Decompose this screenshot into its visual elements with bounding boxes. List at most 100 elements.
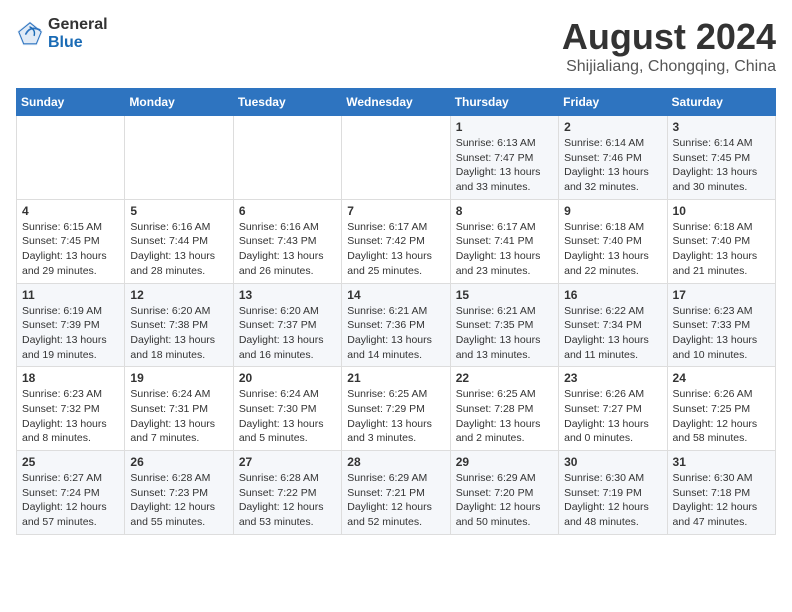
calendar-week-1: 1Sunrise: 6:13 AMSunset: 7:47 PMDaylight… bbox=[17, 116, 776, 200]
calendar-week-3: 11Sunrise: 6:19 AMSunset: 7:39 PMDayligh… bbox=[17, 283, 776, 367]
calendar-cell: 8 Sunrise: 6:17 AMSunset: 7:41 PMDaylight… bbox=[450, 199, 558, 283]
calendar-cell: 13 Sunrise: 6:20 AMSunset: 7:37 PMDayligh… bbox=[233, 283, 341, 367]
day-info: Sunrise: 6:26 AMSunset: 7:27 PMDaylight:… bbox=[564, 387, 661, 446]
day-number: 19 bbox=[130, 371, 227, 385]
day-info: Sunrise: 6:16 AMSunset: 7:44 PMDaylight:… bbox=[130, 220, 227, 279]
day-number: 26 bbox=[130, 455, 227, 469]
day-number: 6 bbox=[239, 204, 336, 218]
day-info: Sunrise: 6:17 AMSunset: 7:41 PMDaylight:… bbox=[456, 220, 553, 279]
calendar-cell: 2Sunrise: 6:14 AMSunset: 7:46 PMDaylight… bbox=[559, 116, 667, 200]
calendar-week-2: 4 Sunrise: 6:15 AMSunset: 7:45 PMDaylight… bbox=[17, 199, 776, 283]
calendar-cell: 16Sunrise: 6:22 AMSunset: 7:34 PMDayligh… bbox=[559, 283, 667, 367]
title-area: August 2024 Shijialiang, Chongqing, Chin… bbox=[562, 16, 776, 76]
day-header-tuesday: Tuesday bbox=[233, 89, 341, 116]
day-number: 12 bbox=[130, 288, 227, 302]
calendar-week-4: 18 Sunrise: 6:23 AMSunset: 7:32 PMDayligh… bbox=[17, 367, 776, 451]
calendar-cell: 7 Sunrise: 6:17 AMSunset: 7:42 PMDaylight… bbox=[342, 199, 450, 283]
calendar-cell: 31 Sunrise: 6:30 AMSunset: 7:18 PMDayligh… bbox=[667, 451, 775, 535]
day-info: Sunrise: 6:25 AMSunset: 7:28 PMDaylight:… bbox=[456, 387, 553, 446]
day-number: 7 bbox=[347, 204, 444, 218]
calendar-cell: 1Sunrise: 6:13 AMSunset: 7:47 PMDaylight… bbox=[450, 116, 558, 200]
day-info: Sunrise: 6:16 AMSunset: 7:43 PMDaylight:… bbox=[239, 220, 336, 279]
calendar-cell: 5Sunrise: 6:16 AMSunset: 7:44 PMDaylight… bbox=[125, 199, 233, 283]
calendar-cell: 6 Sunrise: 6:16 AMSunset: 7:43 PMDaylight… bbox=[233, 199, 341, 283]
day-info: Sunrise: 6:29 AMSunset: 7:21 PMDaylight:… bbox=[347, 471, 444, 530]
day-number: 17 bbox=[673, 288, 770, 302]
day-info: Sunrise: 6:22 AMSunset: 7:34 PMDaylight:… bbox=[564, 304, 661, 363]
day-number: 28 bbox=[347, 455, 444, 469]
day-number: 30 bbox=[564, 455, 661, 469]
calendar-cell: 24 Sunrise: 6:26 AMSunset: 7:25 PMDayligh… bbox=[667, 367, 775, 451]
calendar-cell bbox=[125, 116, 233, 200]
day-info: Sunrise: 6:21 AMSunset: 7:36 PMDaylight:… bbox=[347, 304, 444, 363]
header: General Blue August 2024 Shijialiang, Ch… bbox=[16, 16, 776, 76]
day-info: Sunrise: 6:20 AMSunset: 7:37 PMDaylight:… bbox=[239, 304, 336, 363]
logo-icon bbox=[16, 20, 44, 48]
day-header-saturday: Saturday bbox=[667, 89, 775, 116]
calendar-cell: 12 Sunrise: 6:20 AMSunset: 7:38 PMDayligh… bbox=[125, 283, 233, 367]
day-info: Sunrise: 6:20 AMSunset: 7:38 PMDaylight:… bbox=[130, 304, 227, 363]
day-info: Sunrise: 6:28 AMSunset: 7:22 PMDaylight:… bbox=[239, 471, 336, 530]
day-header-sunday: Sunday bbox=[17, 89, 125, 116]
day-number: 10 bbox=[673, 204, 770, 218]
calendar-cell: 28 Sunrise: 6:29 AMSunset: 7:21 PMDayligh… bbox=[342, 451, 450, 535]
calendar-cell: 15 Sunrise: 6:21 AMSunset: 7:35 PMDayligh… bbox=[450, 283, 558, 367]
day-header-monday: Monday bbox=[125, 89, 233, 116]
calendar: SundayMondayTuesdayWednesdayThursdayFrid… bbox=[16, 88, 776, 535]
month-year: August 2024 bbox=[562, 16, 776, 58]
day-number: 4 bbox=[22, 204, 119, 218]
day-info: Sunrise: 6:30 AMSunset: 7:19 PMDaylight:… bbox=[564, 471, 661, 530]
calendar-cell: 17 Sunrise: 6:23 AMSunset: 7:33 PMDayligh… bbox=[667, 283, 775, 367]
day-info: Sunrise: 6:18 AMSunset: 7:40 PMDaylight:… bbox=[673, 220, 770, 279]
day-number: 13 bbox=[239, 288, 336, 302]
day-info: Sunrise: 6:23 AMSunset: 7:32 PMDaylight:… bbox=[22, 387, 119, 446]
day-number: 25 bbox=[22, 455, 119, 469]
calendar-cell bbox=[233, 116, 341, 200]
calendar-cell: 11Sunrise: 6:19 AMSunset: 7:39 PMDayligh… bbox=[17, 283, 125, 367]
day-number: 15 bbox=[456, 288, 553, 302]
logo-blue: Blue bbox=[48, 34, 83, 51]
logo: General Blue bbox=[16, 16, 108, 51]
calendar-cell: 10 Sunrise: 6:18 AMSunset: 7:40 PMDayligh… bbox=[667, 199, 775, 283]
calendar-cell: 9Sunrise: 6:18 AMSunset: 7:40 PMDaylight… bbox=[559, 199, 667, 283]
calendar-cell: 21 Sunrise: 6:25 AMSunset: 7:29 PMDayligh… bbox=[342, 367, 450, 451]
day-info: Sunrise: 6:29 AMSunset: 7:20 PMDaylight:… bbox=[456, 471, 553, 530]
day-number: 21 bbox=[347, 371, 444, 385]
day-number: 29 bbox=[456, 455, 553, 469]
calendar-cell: 18 Sunrise: 6:23 AMSunset: 7:32 PMDayligh… bbox=[17, 367, 125, 451]
day-info: Sunrise: 6:27 AMSunset: 7:24 PMDaylight:… bbox=[22, 471, 119, 530]
day-info: Sunrise: 6:21 AMSunset: 7:35 PMDaylight:… bbox=[456, 304, 553, 363]
day-number: 18 bbox=[22, 371, 119, 385]
day-number: 1 bbox=[456, 120, 553, 134]
day-number: 14 bbox=[347, 288, 444, 302]
day-info: Sunrise: 6:17 AMSunset: 7:42 PMDaylight:… bbox=[347, 220, 444, 279]
day-header-friday: Friday bbox=[559, 89, 667, 116]
day-number: 27 bbox=[239, 455, 336, 469]
calendar-cell bbox=[342, 116, 450, 200]
day-info: Sunrise: 6:24 AMSunset: 7:30 PMDaylight:… bbox=[239, 387, 336, 446]
day-info: Sunrise: 6:15 AMSunset: 7:45 PMDaylight:… bbox=[22, 220, 119, 279]
day-number: 3 bbox=[673, 120, 770, 134]
day-number: 8 bbox=[456, 204, 553, 218]
calendar-cell: 22Sunrise: 6:25 AMSunset: 7:28 PMDayligh… bbox=[450, 367, 558, 451]
day-info: Sunrise: 6:18 AMSunset: 7:40 PMDaylight:… bbox=[564, 220, 661, 279]
day-number: 2 bbox=[564, 120, 661, 134]
calendar-cell: 14 Sunrise: 6:21 AMSunset: 7:36 PMDayligh… bbox=[342, 283, 450, 367]
day-number: 24 bbox=[673, 371, 770, 385]
day-info: Sunrise: 6:30 AMSunset: 7:18 PMDaylight:… bbox=[673, 471, 770, 530]
day-header-wednesday: Wednesday bbox=[342, 89, 450, 116]
calendar-cell: 26 Sunrise: 6:28 AMSunset: 7:23 PMDayligh… bbox=[125, 451, 233, 535]
day-number: 20 bbox=[239, 371, 336, 385]
calendar-cell: 20 Sunrise: 6:24 AMSunset: 7:30 PMDayligh… bbox=[233, 367, 341, 451]
day-number: 31 bbox=[673, 455, 770, 469]
logo-general: General bbox=[48, 16, 108, 33]
day-info: Sunrise: 6:25 AMSunset: 7:29 PMDaylight:… bbox=[347, 387, 444, 446]
day-info: Sunrise: 6:23 AMSunset: 7:33 PMDaylight:… bbox=[673, 304, 770, 363]
day-info: Sunrise: 6:26 AMSunset: 7:25 PMDaylight:… bbox=[673, 387, 770, 446]
day-number: 23 bbox=[564, 371, 661, 385]
location: Shijialiang, Chongqing, China bbox=[562, 58, 776, 76]
day-info: Sunrise: 6:28 AMSunset: 7:23 PMDaylight:… bbox=[130, 471, 227, 530]
day-number: 11 bbox=[22, 288, 119, 302]
calendar-header-row: SundayMondayTuesdayWednesdayThursdayFrid… bbox=[17, 89, 776, 116]
day-header-thursday: Thursday bbox=[450, 89, 558, 116]
